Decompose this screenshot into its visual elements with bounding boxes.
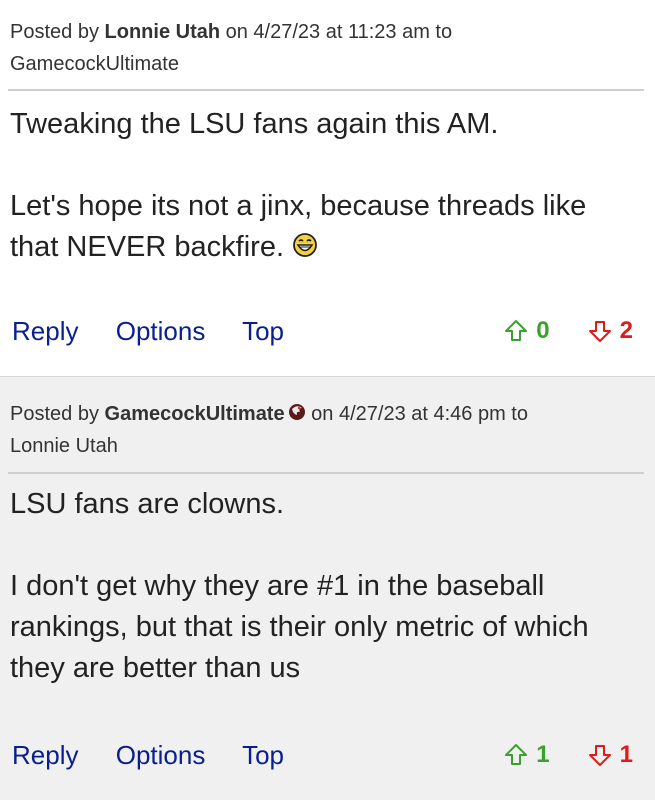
post: Posted by GamecockUltimate on 4/27/23 at… <box>0 377 655 800</box>
downvote-count: 2 <box>619 317 633 344</box>
post-footer: Reply Options Top 0 2 <box>12 314 633 348</box>
post-header: Posted by GamecockUltimate on 4/27/23 at… <box>10 398 643 462</box>
post-text-line: Tweaking the LSU fans again this AM. <box>10 108 499 140</box>
reply-link[interactable]: Reply <box>12 740 78 770</box>
downvote-button[interactable]: 1 <box>588 738 633 772</box>
header-divider <box>8 89 644 91</box>
upvote-button[interactable]: 1 <box>504 738 550 772</box>
post-actions: Reply Options Top <box>12 738 314 772</box>
reply-link[interactable]: Reply <box>12 316 78 346</box>
post-body: LSU fans are clowns. I don't get why the… <box>10 484 641 689</box>
post-text-line: Let's hope its not a jinx, because threa… <box>10 190 587 263</box>
post-body: Tweaking the LSU fans again this AM. Let… <box>10 104 641 268</box>
post-text-line: I don't get why they are #1 in the baseb… <box>10 570 589 684</box>
upvote-count: 1 <box>536 741 550 768</box>
gamecock-team-icon <box>288 404 305 420</box>
downvote-arrow-icon <box>588 321 611 342</box>
post-actions: Reply Options Top <box>12 314 314 348</box>
posted-by-label: Posted by <box>10 21 99 43</box>
post-footer: Reply Options Top 1 1 <box>12 738 633 772</box>
post-header: Posted by Lonnie Utah on 4/27/23 at 11:2… <box>10 16 643 80</box>
laughing-emoji-icon <box>293 233 317 257</box>
post-date: on 4/27/23 at 11:23 am to <box>225 21 453 43</box>
reply-to-user[interactable]: Lonnie Utah <box>10 435 118 457</box>
downvote-button[interactable]: 2 <box>588 314 633 348</box>
vote-controls: 0 2 <box>504 314 633 348</box>
top-link[interactable]: Top <box>242 740 284 770</box>
options-link[interactable]: Options <box>116 740 206 770</box>
header-divider <box>8 472 644 474</box>
upvote-arrow-icon <box>505 744 528 765</box>
author-name[interactable]: GamecockUltimate <box>105 403 285 425</box>
posted-by-label: Posted by <box>10 403 99 425</box>
vote-controls: 1 1 <box>504 738 633 772</box>
downvote-arrow-icon <box>588 745 611 766</box>
reply-to-user[interactable]: GamecockUltimate <box>10 53 179 75</box>
upvote-button[interactable]: 0 <box>504 314 550 348</box>
options-link[interactable]: Options <box>116 316 206 346</box>
upvote-arrow-icon <box>505 320 528 341</box>
upvote-count: 0 <box>536 317 550 344</box>
top-link[interactable]: Top <box>242 316 284 346</box>
post: Posted by Lonnie Utah on 4/27/23 at 11:2… <box>0 0 655 377</box>
post-text-line: LSU fans are clowns. <box>10 488 285 520</box>
downvote-count: 1 <box>619 741 633 768</box>
author-name[interactable]: Lonnie Utah <box>105 21 221 43</box>
post-date: on 4/27/23 at 4:46 pm to <box>311 403 528 425</box>
